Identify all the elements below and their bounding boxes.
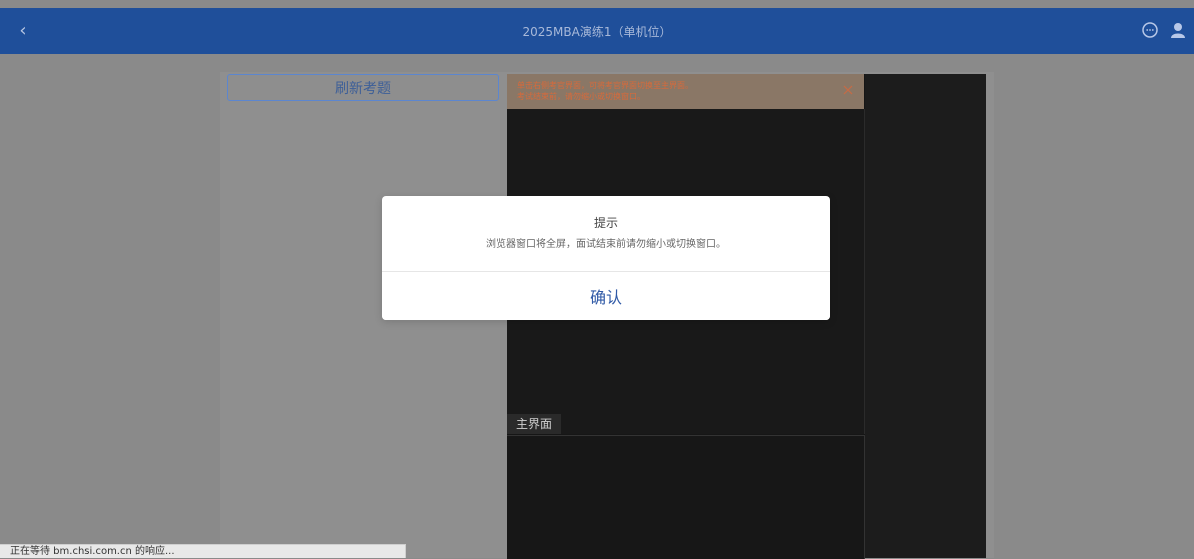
top-bar: ‹ 2025MBA演练1（单机位）	[0, 8, 1194, 54]
chat-bubble-icon[interactable]	[1140, 20, 1160, 40]
sub-video-cell-2[interactable]	[686, 435, 865, 559]
warning-line-2: 考试结束前，请勿缩小或切换窗口。	[517, 92, 645, 101]
modal-message: 浏览器窗口将全屏，面试结束前请勿缩小或切换窗口。	[486, 239, 726, 250]
warning-banner: 单击右侧考官界面，可将考官界面切换至主界面。 考试结束前，请勿缩小或切换窗口。	[507, 74, 864, 109]
modal-title: 提示	[593, 216, 618, 230]
user-icon[interactable]	[1168, 20, 1188, 40]
back-button[interactable]: ‹	[10, 17, 36, 45]
tip-modal: 提示 浏览器窗口将全屏，面试结束前请勿缩小或切换窗口。 确认	[382, 196, 830, 320]
warning-line-1: 单击右侧考官界面，可将考官界面切换至主界面。	[517, 81, 693, 90]
refresh-questions-button[interactable]: 刷新考题	[227, 74, 499, 101]
confirm-button[interactable]: 确认	[382, 272, 830, 320]
examiner-panel[interactable]	[865, 74, 986, 558]
status-bar: 正在等待 bm.chsi.com.cn 的响应...	[0, 544, 406, 558]
close-icon[interactable]	[843, 85, 853, 95]
top-icons	[1140, 20, 1188, 40]
sub-video-cell-1[interactable]	[507, 435, 687, 559]
page-title: 2025MBA演练1（单机位）	[522, 24, 672, 39]
main-view-label: 主界面	[507, 414, 561, 434]
